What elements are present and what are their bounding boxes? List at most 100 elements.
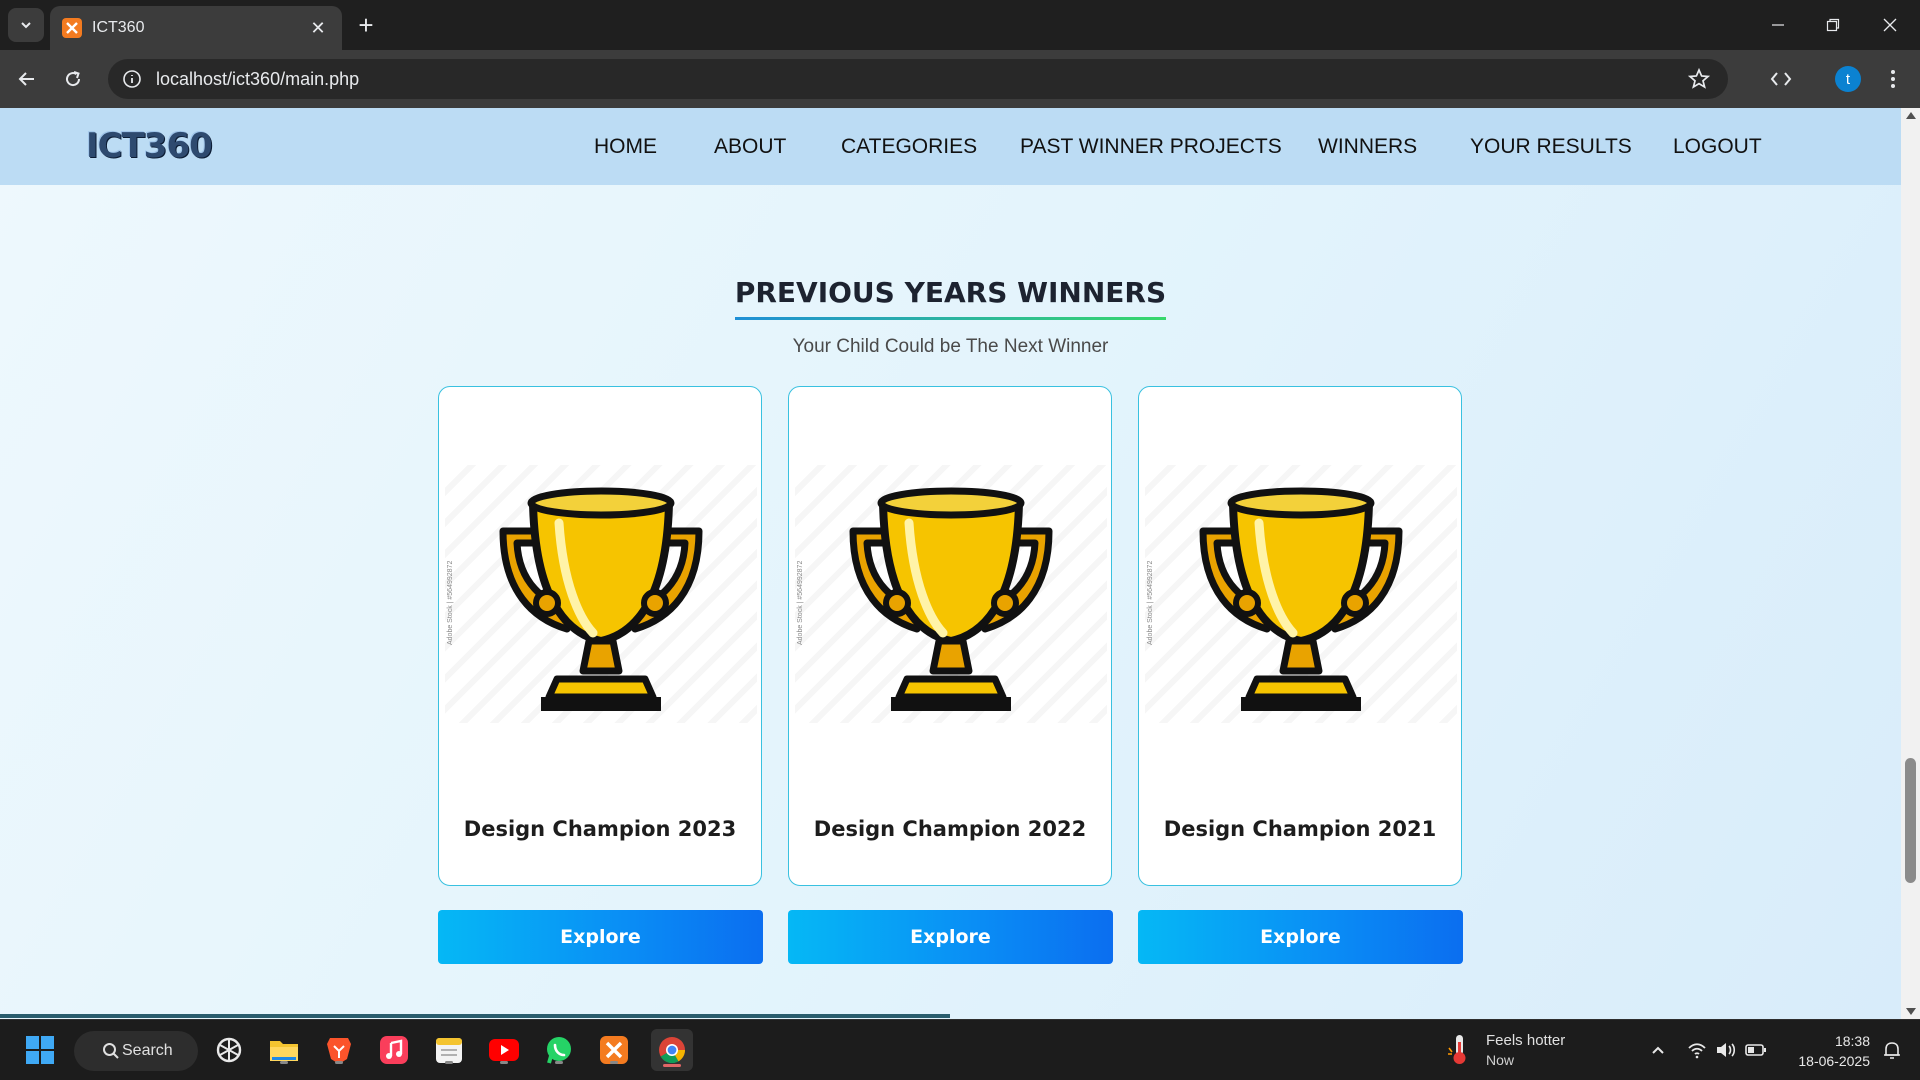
minimize-button[interactable] [1758, 10, 1798, 40]
card-title: Design Champion 2021 [1163, 817, 1437, 841]
taskbar-clock[interactable]: 18:38 18-06-2025 [1780, 1031, 1870, 1071]
weather-subtext: Now [1486, 1052, 1515, 1068]
wifi-status[interactable] [1685, 1038, 1709, 1062]
active-indicator [663, 1064, 681, 1067]
close-window-button[interactable] [1870, 10, 1910, 40]
card-title: Design Champion 2022 [813, 817, 1087, 841]
chevron-up-icon [1652, 1046, 1664, 1054]
notifications-button[interactable] [1880, 1038, 1904, 1062]
browser-tabstrip: ICT360 ✕ + [0, 0, 1920, 50]
new-tab-button[interactable]: + [352, 12, 380, 40]
nav-categories[interactable]: CATEGORIES [841, 135, 977, 159]
battery-icon [1745, 1044, 1766, 1056]
trophy-image: Adobe Stock | #564992872 [795, 465, 1107, 723]
trophy-image: Adobe Stock | #564992872 [1145, 465, 1457, 723]
section-title: PREVIOUS YEARS WINNERS [0, 276, 1901, 320]
close-icon [1883, 18, 1897, 32]
tab-title: ICT360 [92, 19, 145, 36]
explore-button[interactable]: Explore [438, 910, 763, 964]
address-bar[interactable]: localhost/ict360/main.php [108, 59, 1728, 99]
section-subtitle: Your Child Could be The Next Winner [792, 336, 1109, 357]
browser-menu-button[interactable] [1878, 64, 1908, 94]
explore-button[interactable]: Explore [788, 910, 1113, 964]
running-indicator [555, 1061, 563, 1064]
restore-button[interactable] [1813, 10, 1853, 40]
clock-time: 18:38 [1834, 1033, 1870, 1049]
taskbar-search[interactable]: Search [74, 1031, 198, 1071]
browser-tab[interactable]: ICT360 ✕ [50, 6, 342, 50]
show-hidden-icons-button[interactable] [1646, 1038, 1670, 1062]
vertical-scrollbar[interactable] [1901, 108, 1920, 1019]
bookmark-star-icon[interactable] [1688, 68, 1710, 90]
search-icon [103, 1043, 119, 1059]
site-header: ICT360 HOME ABOUT CATEGORIES PAST WINNER… [0, 108, 1901, 185]
chrome-icon [659, 1037, 686, 1064]
running-indicator [335, 1061, 343, 1064]
folder-icon [270, 1041, 298, 1061]
reload-icon [66, 71, 81, 87]
reload-button[interactable] [58, 64, 88, 94]
trophy-icon [1199, 487, 1403, 711]
scrollbar-thumb[interactable] [1905, 758, 1916, 883]
nav-past-winner-projects[interactable]: PAST WINNER PROJECTS [1020, 135, 1282, 159]
trophy-image: Adobe Stock | #564992872 [445, 465, 757, 723]
trophy-icon [499, 487, 703, 711]
whatsapp-app-button[interactable] [541, 1032, 577, 1068]
scroll-up-arrow-icon[interactable] [1906, 112, 1916, 119]
chrome-app-button[interactable] [651, 1029, 693, 1071]
youtube-app-button[interactable] [486, 1032, 522, 1068]
nav-home[interactable]: HOME [594, 135, 657, 159]
speaker-icon [1717, 1043, 1736, 1057]
nav-your-results[interactable]: YOUR RESULTS [1470, 135, 1632, 159]
back-button[interactable] [12, 64, 42, 94]
devtools-button[interactable] [1766, 64, 1796, 94]
notification-bell-icon [1884, 1042, 1900, 1059]
running-indicator [280, 1061, 288, 1064]
trophy-icon [849, 487, 1053, 711]
browser-toolbar: localhost/ict360/main.php t [0, 50, 1920, 108]
windows-taskbar: Search Feels hotter Now 18:38 18-06-2025 [0, 1019, 1920, 1080]
more-vertical-icon [1891, 70, 1895, 88]
battery-status[interactable] [1744, 1038, 1768, 1062]
xampp-app-button[interactable] [596, 1032, 632, 1068]
page-viewport: ICT360 HOME ABOUT CATEGORIES PAST WINNER… [0, 108, 1920, 1019]
restore-icon [1826, 18, 1840, 32]
nav-winners[interactable]: WINNERS [1318, 135, 1417, 159]
site-info-icon[interactable] [122, 69, 142, 89]
code-icon [1770, 72, 1792, 86]
notepad-app-button[interactable] [431, 1032, 467, 1068]
music-app-button[interactable] [376, 1032, 412, 1068]
weather-widget[interactable]: Feels hotter Now [1446, 1032, 1565, 1071]
stock-watermark: Adobe Stock | #564992872 [1147, 560, 1154, 645]
volume-status[interactable] [1714, 1038, 1738, 1062]
winner-card: Adobe Stock | #564992872 Design Champion… [438, 386, 762, 886]
youtube-icon [489, 1039, 519, 1061]
stock-watermark: Adobe Stock | #564992872 [447, 560, 454, 645]
nav-logout[interactable]: LOGOUT [1673, 135, 1762, 159]
chevron-down-icon [21, 22, 31, 29]
tab-search-button[interactable] [8, 8, 44, 42]
thermometer-icon [1448, 1035, 1466, 1064]
brave-browser-button[interactable] [321, 1032, 357, 1068]
scroll-down-arrow-icon[interactable] [1906, 1008, 1916, 1015]
start-button[interactable] [22, 1032, 58, 1068]
winner-card: Adobe Stock | #564992872 Design Champion… [788, 386, 1112, 886]
explore-button[interactable]: Explore [1138, 910, 1463, 964]
file-explorer-button[interactable] [266, 1032, 302, 1068]
windows-logo-icon [26, 1036, 54, 1064]
chatgpt-app-button[interactable] [211, 1032, 247, 1068]
clock-date: 18-06-2025 [1798, 1053, 1870, 1069]
taskbar-search-label: Search [122, 1042, 173, 1059]
running-indicator [610, 1061, 618, 1064]
nav-about[interactable]: ABOUT [714, 135, 786, 159]
url-text[interactable]: localhost/ict360/main.php [156, 69, 1688, 90]
music-note-icon [380, 1036, 408, 1064]
minimize-icon [1772, 24, 1784, 26]
profile-avatar[interactable]: t [1835, 66, 1861, 92]
logo-text: ICT360 [86, 126, 213, 166]
site-logo[interactable]: ICT360 [86, 126, 213, 166]
winner-card: Adobe Stock | #564992872 Design Champion… [1138, 386, 1462, 886]
chatgpt-icon [216, 1037, 242, 1063]
xampp-favicon-icon [62, 18, 82, 38]
tab-close-icon[interactable]: ✕ [306, 18, 330, 39]
